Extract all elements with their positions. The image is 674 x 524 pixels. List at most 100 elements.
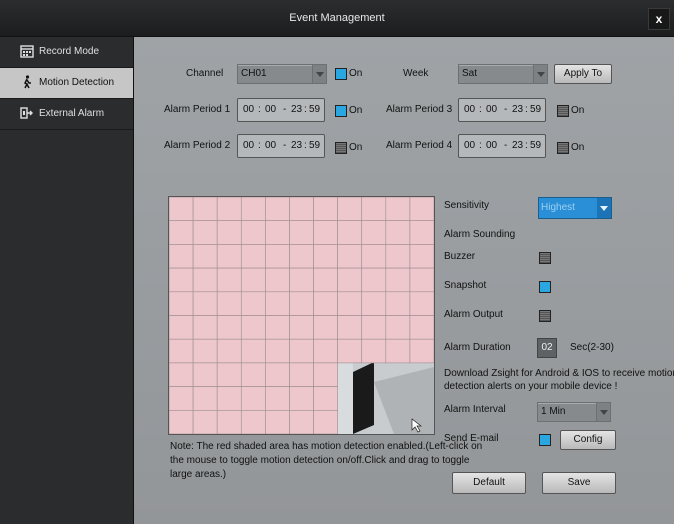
grid-cell[interactable] <box>192 362 218 387</box>
grid-cell[interactable] <box>313 244 338 269</box>
grid-cell[interactable] <box>289 197 314 222</box>
grid-cell[interactable] <box>337 338 363 364</box>
grid-cell[interactable] <box>385 197 411 222</box>
sidebar-item-record-mode[interactable]: Record Mode <box>0 37 133 68</box>
grid-cell[interactable] <box>337 291 363 316</box>
grid-cell[interactable] <box>337 315 363 340</box>
grid-cell[interactable] <box>409 291 434 316</box>
grid-cell[interactable] <box>289 220 314 245</box>
grid-cell[interactable] <box>289 338 314 364</box>
grid-cell[interactable] <box>216 386 242 411</box>
default-button[interactable]: Default <box>452 472 526 494</box>
grid-cell[interactable] <box>169 197 194 222</box>
grid-cell[interactable] <box>289 362 314 387</box>
grid-cell[interactable] <box>361 267 387 293</box>
grid-cell[interactable] <box>265 197 290 222</box>
grid-cell[interactable] <box>169 410 194 434</box>
alarm-output-checkbox[interactable] <box>539 310 551 322</box>
channel-on-checkbox[interactable] <box>335 68 347 80</box>
grid-cell[interactable] <box>265 410 290 434</box>
grid-cell[interactable] <box>169 315 194 340</box>
grid-cell[interactable] <box>361 197 387 222</box>
grid-cell[interactable] <box>192 220 218 245</box>
grid-cell[interactable] <box>409 197 434 222</box>
grid-cell[interactable] <box>192 244 218 269</box>
grid-cell[interactable] <box>240 410 266 434</box>
grid-cell[interactable] <box>313 267 338 293</box>
grid-cell[interactable] <box>192 267 218 293</box>
grid-cell[interactable] <box>169 386 194 411</box>
alarm-period-2-on-checkbox[interactable] <box>335 142 347 154</box>
sensitivity-select[interactable]: Highest <box>538 197 612 219</box>
grid-cell[interactable] <box>265 267 290 293</box>
grid-cell[interactable] <box>337 267 363 293</box>
grid-cell[interactable] <box>289 315 314 340</box>
grid-cell[interactable] <box>192 338 218 364</box>
grid-cell[interactable] <box>289 291 314 316</box>
grid-cell[interactable] <box>385 315 411 340</box>
grid-cell[interactable] <box>169 362 194 387</box>
grid-cell[interactable] <box>409 315 434 340</box>
grid-cell[interactable] <box>289 267 314 293</box>
alarm-period-4-on-checkbox[interactable] <box>557 142 569 154</box>
grid-cell[interactable] <box>240 315 266 340</box>
grid-cell[interactable] <box>192 386 218 411</box>
grid-cell[interactable] <box>216 267 242 293</box>
grid-cell[interactable] <box>361 315 387 340</box>
grid-cell[interactable] <box>192 291 218 316</box>
grid-cell[interactable] <box>240 267 266 293</box>
grid-cell[interactable] <box>361 244 387 269</box>
alarm-period-4-time[interactable]: 00: 00- 23: 59 <box>458 134 546 158</box>
grid-cell[interactable] <box>265 315 290 340</box>
grid-cell[interactable] <box>216 197 242 222</box>
grid-cell[interactable] <box>265 386 290 411</box>
alarm-period-1-on-checkbox[interactable] <box>335 105 347 117</box>
grid-cell[interactable] <box>216 315 242 340</box>
grid-cell[interactable] <box>361 291 387 316</box>
motion-detection-grid[interactable] <box>168 196 435 435</box>
grid-cell[interactable] <box>169 220 194 245</box>
motion-grid-canvas[interactable] <box>169 197 434 434</box>
grid-cell[interactable] <box>169 338 194 364</box>
grid-cell[interactable] <box>216 220 242 245</box>
grid-cell[interactable] <box>169 244 194 269</box>
grid-cell[interactable] <box>385 267 411 293</box>
grid-cell[interactable] <box>409 220 434 245</box>
grid-cell[interactable] <box>289 244 314 269</box>
sidebar-item-motion-detection[interactable]: Motion Detection <box>0 68 133 99</box>
week-select[interactable]: Sat <box>458 64 548 84</box>
send-email-checkbox[interactable] <box>539 434 551 446</box>
config-button[interactable]: Config <box>560 430 616 450</box>
alarm-period-2-time[interactable]: 00: 00- 23: 59 <box>237 134 325 158</box>
grid-cell[interactable] <box>265 244 290 269</box>
grid-cell[interactable] <box>240 291 266 316</box>
grid-cell[interactable] <box>192 315 218 340</box>
grid-cell[interactable] <box>265 338 290 364</box>
sidebar-item-external-alarm[interactable]: External Alarm <box>0 99 133 130</box>
grid-cell[interactable] <box>313 338 338 364</box>
buzzer-checkbox[interactable] <box>539 252 551 264</box>
grid-cell[interactable] <box>337 197 363 222</box>
grid-cell[interactable] <box>313 197 338 222</box>
grid-cell[interactable] <box>385 338 411 364</box>
grid-cell[interactable] <box>313 410 338 434</box>
alarm-duration-input[interactable]: 02 <box>537 338 557 358</box>
grid-cell[interactable] <box>216 338 242 364</box>
grid-cell[interactable] <box>240 362 266 387</box>
grid-cell[interactable] <box>240 244 266 269</box>
grid-cell[interactable] <box>409 244 434 269</box>
grid-cell[interactable] <box>313 362 338 387</box>
grid-cell[interactable] <box>409 267 434 293</box>
grid-cell[interactable] <box>192 410 218 434</box>
grid-cell[interactable] <box>216 362 242 387</box>
grid-cell[interactable] <box>265 362 290 387</box>
save-button[interactable]: Save <box>542 472 616 494</box>
grid-cell[interactable] <box>289 410 314 434</box>
close-button[interactable]: x <box>648 8 670 30</box>
grid-cell[interactable] <box>385 220 411 245</box>
grid-cell[interactable] <box>361 338 387 364</box>
grid-cell[interactable] <box>240 220 266 245</box>
grid-cell[interactable] <box>169 291 194 316</box>
grid-cell[interactable] <box>265 220 290 245</box>
grid-cell[interactable] <box>192 197 218 222</box>
